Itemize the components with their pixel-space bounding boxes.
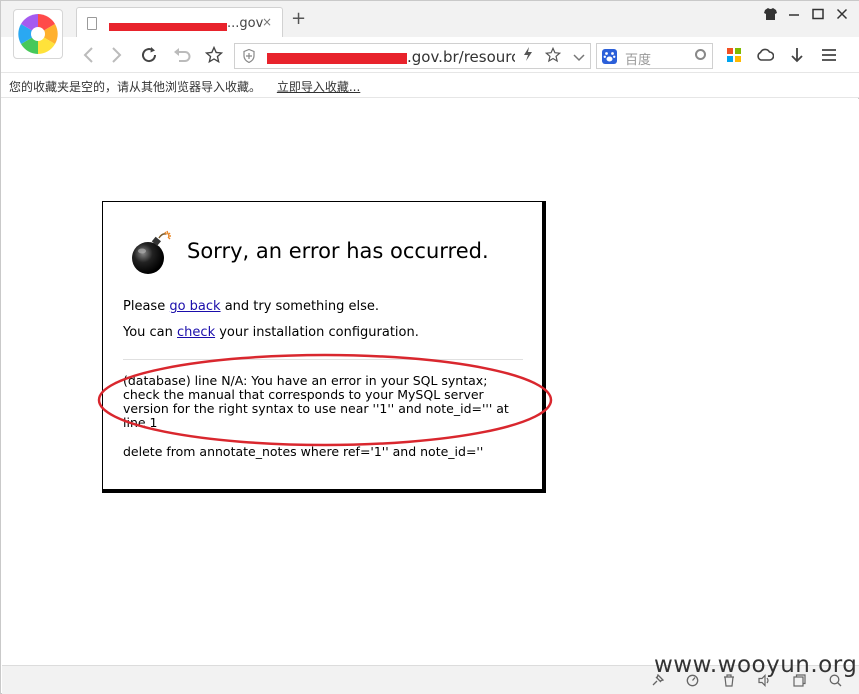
chevron-down-icon[interactable] bbox=[573, 50, 585, 66]
tab-close-icon[interactable]: × bbox=[262, 15, 272, 29]
star-icon[interactable] bbox=[204, 45, 224, 65]
url-text[interactable]: .gov.br/resourc bbox=[267, 48, 515, 66]
browser-logo[interactable] bbox=[13, 9, 63, 59]
undo-close-tab-icon[interactable] bbox=[172, 45, 192, 65]
bookmarks-bar: 您的收藏夹是空的，请从其他浏览器导入收藏。 立即导入收藏... bbox=[1, 73, 859, 98]
lightning-icon[interactable] bbox=[523, 47, 533, 65]
back-arrow-icon[interactable] bbox=[78, 45, 98, 65]
search-icon[interactable] bbox=[695, 49, 706, 60]
baidu-paw-icon[interactable] bbox=[602, 49, 617, 64]
active-tab[interactable]: ...gov.br × bbox=[76, 7, 283, 38]
search-box[interactable]: 百度 bbox=[596, 43, 713, 69]
maximize-icon[interactable] bbox=[806, 5, 830, 23]
go-back-link[interactable]: go back bbox=[169, 299, 220, 314]
page-icon bbox=[87, 16, 97, 30]
go-back-line: Please go back and try something else. bbox=[123, 299, 380, 314]
check-config-line: You can check your installation configur… bbox=[123, 325, 419, 340]
forward-arrow-icon[interactable] bbox=[107, 45, 127, 65]
check-link[interactable]: check bbox=[177, 325, 215, 340]
watermark: www.wooyun.org bbox=[654, 652, 858, 678]
import-bookmarks-link[interactable]: 立即导入收藏... bbox=[277, 80, 360, 94]
reload-icon[interactable] bbox=[139, 45, 159, 65]
browser-window: ...gov.br × + bbox=[0, 0, 859, 694]
search-placeholder: 百度 bbox=[625, 53, 652, 68]
window-controls bbox=[758, 5, 854, 23]
bookmarks-empty-message: 您的收藏夹是空的，请从其他浏览器导入收藏。 bbox=[9, 80, 262, 94]
menu-icon[interactable] bbox=[819, 45, 839, 65]
redaction-bar bbox=[267, 53, 407, 64]
security-shield-icon[interactable] bbox=[243, 49, 255, 63]
error-box: Sorry, an error has occurred. Please go … bbox=[102, 201, 546, 493]
tab-strip: ...gov.br × + bbox=[1, 1, 859, 38]
browser-logo-icon bbox=[18, 14, 58, 54]
shirt-icon[interactable] bbox=[758, 5, 782, 23]
page-content: Sorry, an error has occurred. Please go … bbox=[2, 99, 859, 665]
cloud-icon[interactable] bbox=[755, 45, 775, 65]
new-tab-button[interactable]: + bbox=[291, 10, 306, 28]
redaction-bar bbox=[109, 22, 227, 31]
download-icon[interactable] bbox=[787, 45, 807, 65]
tab-title: ...gov.br bbox=[103, 16, 263, 31]
favorite-star-icon[interactable] bbox=[544, 46, 562, 67]
minimize-icon[interactable] bbox=[782, 5, 806, 23]
close-icon[interactable] bbox=[830, 5, 854, 23]
navigation-toolbar: .gov.br/resourc 百度 bbox=[1, 37, 859, 73]
highlight-ellipse bbox=[97, 353, 553, 447]
error-heading: Sorry, an error has occurred. bbox=[187, 239, 489, 263]
apps-grid-icon[interactable] bbox=[724, 45, 744, 65]
address-bar[interactable]: .gov.br/resourc bbox=[234, 43, 591, 69]
bomb-icon bbox=[132, 230, 171, 274]
